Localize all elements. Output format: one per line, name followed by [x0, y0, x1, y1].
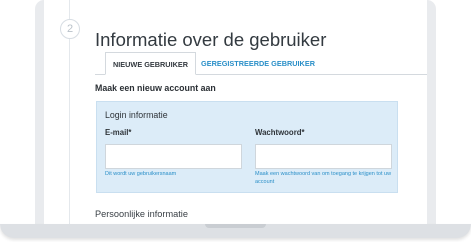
laptop-base	[0, 224, 471, 238]
password-label: Wachtwoord*	[255, 128, 305, 137]
login-info-title: Login informatie	[105, 110, 168, 120]
password-field[interactable]	[255, 144, 392, 169]
step-number-badge: 2	[60, 19, 80, 39]
login-info-panel: Login informatie E-mail* Dit wordt uw ge…	[96, 101, 398, 193]
tab-registered-user[interactable]: GEREGISTREERDE GEBRUIKER	[200, 52, 316, 75]
tab-new-user[interactable]: NIEUWE GEBRUIKER	[105, 52, 196, 75]
email-field[interactable]	[105, 144, 242, 169]
personal-info-heading: Persoonlijke informatie	[95, 209, 188, 219]
email-label: E-mail*	[105, 128, 132, 137]
email-help-text: Dit wordt uw gebruikersnaam	[105, 171, 177, 177]
password-help-text: Maak een wachtwoord van om toegang te kr…	[255, 171, 392, 185]
laptop-base-notch	[205, 224, 266, 228]
laptop-screen: 2 Informatie over de gebruiker NIEUWE GE…	[44, 0, 427, 226]
page-title: Informatie over de gebruiker	[95, 29, 327, 51]
create-account-heading: Maak een nieuw account aan	[95, 83, 216, 93]
